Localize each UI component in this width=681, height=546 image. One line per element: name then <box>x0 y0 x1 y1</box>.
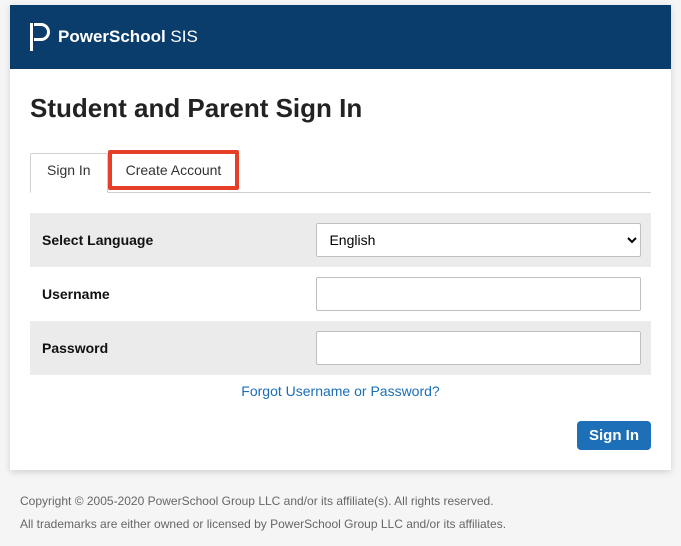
row-password: Password <box>30 321 651 375</box>
tab-sign-in[interactable]: Sign In <box>30 153 108 193</box>
row-username: Username <box>30 267 651 321</box>
powerschool-logo-icon <box>26 23 50 51</box>
signin-button[interactable]: Sign In <box>577 421 651 450</box>
brand-name: PowerSchool SIS <box>58 27 198 47</box>
signin-form: Select Language English Username Passwor… <box>30 213 651 375</box>
app-header: PowerSchool SIS <box>10 5 671 69</box>
signin-button-wrap: Sign In <box>30 421 651 450</box>
brand-suffix: SIS <box>166 27 198 46</box>
main-card: PowerSchool SIS Student and Parent Sign … <box>10 5 671 470</box>
forgot-link[interactable]: Forgot Username or Password? <box>241 383 439 399</box>
username-label: Username <box>40 286 316 302</box>
brand-prefix: PowerSchool <box>58 27 166 46</box>
row-language: Select Language English <box>30 213 651 267</box>
language-select[interactable]: English <box>316 223 641 257</box>
password-label: Password <box>40 340 316 356</box>
footer-trademark: All trademarks are either owned or licen… <box>20 513 661 536</box>
page-title: Student and Parent Sign In <box>30 93 651 124</box>
footer: Copyright © 2005-2020 PowerSchool Group … <box>0 480 681 546</box>
language-label: Select Language <box>40 232 316 248</box>
password-input[interactable] <box>316 331 641 365</box>
tab-bar: Sign In Create Account <box>30 152 651 193</box>
footer-copyright: Copyright © 2005-2020 PowerSchool Group … <box>20 490 661 513</box>
username-input[interactable] <box>316 277 641 311</box>
tab-create-account[interactable]: Create Account <box>108 150 240 190</box>
content-area: Student and Parent Sign In Sign In Creat… <box>10 69 671 470</box>
forgot-wrap: Forgot Username or Password? <box>30 383 651 399</box>
